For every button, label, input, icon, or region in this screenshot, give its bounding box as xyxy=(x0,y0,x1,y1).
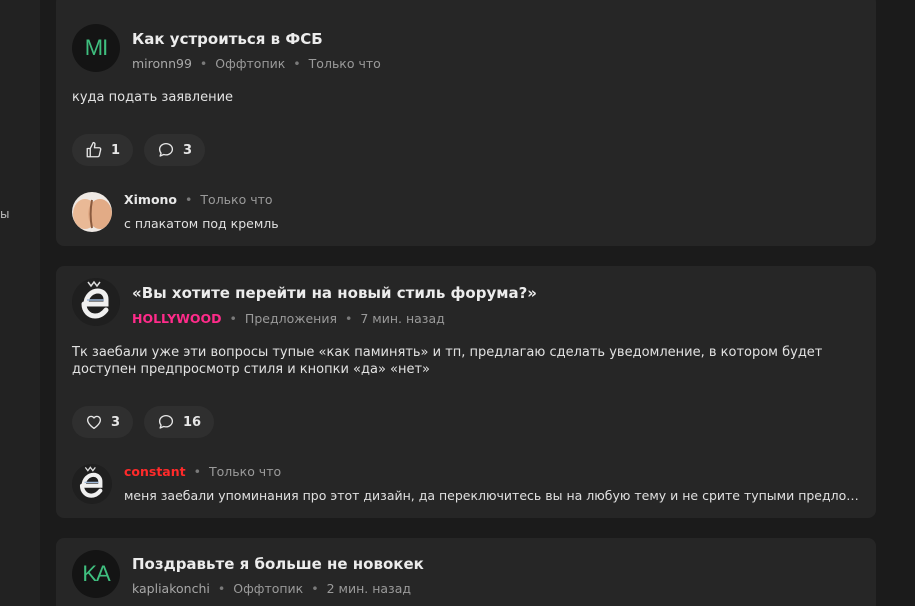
topic-time: 7 мин. назад xyxy=(360,311,445,326)
comment-author[interactable]: constant xyxy=(124,464,186,479)
meta-separator: • xyxy=(217,581,226,596)
like-count: 3 xyxy=(111,414,121,430)
topic-time: Только что xyxy=(308,56,381,71)
topic-meta: mironn99 • Оффтопик • Только что xyxy=(132,56,381,71)
comment-count: 3 xyxy=(183,142,193,158)
avatar[interactable] xyxy=(72,192,112,232)
meta-separator: • xyxy=(185,192,193,207)
comment-time: Только что xyxy=(200,192,273,207)
meta-separator: • xyxy=(199,56,208,71)
avatar[interactable]: MI xyxy=(72,24,120,72)
like-count: 1 xyxy=(111,142,121,158)
topic-category[interactable]: Оффтопик xyxy=(215,56,285,71)
comment-meta: constant • Только что xyxy=(124,464,281,479)
topic-category[interactable]: Оффтопик xyxy=(233,581,303,596)
topic-title[interactable]: «Вы хотите перейти на новый стиль форума… xyxy=(132,284,537,302)
meta-separator: • xyxy=(193,464,201,479)
topic-body: Тк заебали уже эти вопросы тупые «как па… xyxy=(72,345,823,377)
topic-time: 2 мин. назад xyxy=(326,581,411,596)
e-logo-avatar-image xyxy=(72,464,112,504)
topic-title[interactable]: Как устроиться в ФСБ xyxy=(132,30,323,48)
comments-button[interactable]: 16 xyxy=(144,406,215,438)
topic-card[interactable]: «Вы хотите перейти на новый стиль форума… xyxy=(56,266,876,518)
thumbs-up-icon xyxy=(86,141,102,158)
avatar[interactable] xyxy=(72,464,112,504)
comments-button[interactable]: 3 xyxy=(144,134,206,166)
topic-author[interactable]: kapliakonchi xyxy=(132,581,210,596)
topic-title[interactable]: Поздравьте я больше не новокек xyxy=(132,555,424,573)
topic-card[interactable]: MI Как устроиться в ФСБ mironn99 • Оффто… xyxy=(56,0,876,246)
like-button[interactable]: 3 xyxy=(72,406,134,438)
latest-comment[interactable]: Ximono • Только что с плакатом под кремл… xyxy=(72,192,860,236)
user-avatar-image xyxy=(72,192,112,232)
comment-author[interactable]: Ximono xyxy=(124,192,177,207)
avatar-initials: MI xyxy=(84,35,108,60)
topic-author[interactable]: HOLLYWOOD xyxy=(132,311,222,326)
comment-text: меня заебали упоминания про этот дизайн,… xyxy=(124,488,860,503)
meta-separator: • xyxy=(311,581,319,596)
avatar[interactable]: KA xyxy=(72,550,120,598)
topic-card[interactable]: KA Поздравьте я больше не новокек kaplia… xyxy=(56,538,876,606)
comment-count: 16 xyxy=(183,414,202,430)
left-sidebar: ы xyxy=(0,0,40,606)
like-button[interactable]: 1 xyxy=(72,134,134,166)
heart-icon xyxy=(86,415,102,430)
comment-bubble-icon xyxy=(158,414,174,429)
comment-meta: Ximono • Только что xyxy=(124,192,273,207)
topic-category[interactable]: Предложения xyxy=(245,311,337,326)
comment-bubble-icon xyxy=(158,142,174,157)
topic-meta: kapliakonchi • Оффтопик • 2 мин. назад xyxy=(132,581,411,596)
sidebar-stub-text: ы xyxy=(0,207,10,221)
topic-meta: HOLLYWOOD • Предложения • 7 мин. назад xyxy=(132,311,445,326)
topic-body: куда подать заявление xyxy=(72,90,234,105)
latest-comment[interactable]: constant • Только что меня заебали упоми… xyxy=(72,464,860,508)
topic-author[interactable]: mironn99 xyxy=(132,56,192,71)
meta-separator: • xyxy=(345,311,353,326)
avatar-initials: KA xyxy=(82,561,110,586)
meta-separator: • xyxy=(293,56,301,71)
e-logo-avatar-image xyxy=(72,278,120,326)
meta-separator: • xyxy=(229,311,237,326)
comment-time: Только что xyxy=(209,464,282,479)
avatar[interactable] xyxy=(72,278,120,326)
comment-text: с плакатом под кремль xyxy=(124,216,279,231)
